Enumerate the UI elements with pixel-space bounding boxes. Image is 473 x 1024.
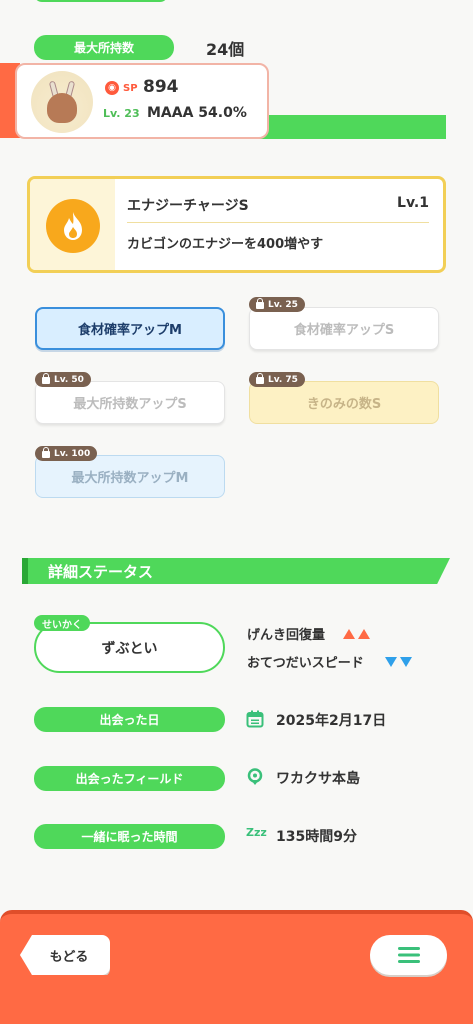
section-title: 詳細ステータス <box>48 563 154 581</box>
main-stat: MAAA 54.0% <box>147 105 247 121</box>
nature-up-effect: げんき回復量 <box>247 628 326 643</box>
lock-level: Lv. 25 <box>268 299 298 310</box>
pokeball-icon: ◉ <box>105 81 119 95</box>
main-skill-level: Lv.1 <box>397 195 429 211</box>
skill-icon-panel <box>30 179 115 270</box>
met-field-value: ワカクサ本島 <box>276 771 360 787</box>
lock-level: Lv. 100 <box>54 448 91 459</box>
main-skill-description: カビゴンのエナジーを400増やす <box>127 237 324 252</box>
arrow-down-icon <box>385 657 398 667</box>
sp-value: 894 <box>143 77 179 97</box>
arrow-down-icon <box>400 657 413 667</box>
sub-skill-4[interactable]: きのみの数S <box>249 381 439 424</box>
lock-icon <box>256 298 264 309</box>
lock-level: Lv. 50 <box>54 374 84 385</box>
sp-label: SP <box>123 83 138 94</box>
sleep-time-value: 135時間9分 <box>276 829 357 845</box>
pokemon-portrait <box>31 71 93 133</box>
main-skill-name: エナジーチャージS <box>127 198 249 214</box>
pokemon-card[interactable]: ◉ SP 894 Lv. 23 MAAA 54.0% <box>15 63 269 139</box>
nature-down-row: おてつだいスピード <box>247 652 413 671</box>
nature-tag: せいかく <box>34 615 90 631</box>
arrow-up-icon <box>342 629 355 639</box>
main-skill-card[interactable]: エナジーチャージS Lv.1 カビゴンのエナジーを400増やす <box>27 176 446 273</box>
lock-tag-lv50: Lv. 50 <box>35 372 91 387</box>
hamburger-menu-icon <box>397 947 420 963</box>
arrow-up-icon <box>357 629 370 639</box>
top-stub-pill <box>34 0 168 2</box>
lock-tag-lv25: Lv. 25 <box>249 297 305 312</box>
nature-down-effect: おてつだいスピード <box>247 656 364 671</box>
lock-icon <box>256 373 264 384</box>
max-inventory-label: 最大所持数 <box>34 35 174 60</box>
divider <box>127 222 429 223</box>
sub-skill-2[interactable]: 食材確率アップS <box>249 307 439 350</box>
sub-skill-5[interactable]: 最大所持数アップM <box>35 455 225 498</box>
sleep-icon-text: Zzz <box>246 826 267 839</box>
sub-skill-3[interactable]: 最大所持数アップS <box>35 381 225 424</box>
max-inventory-value: 24個 <box>206 40 245 59</box>
met-date-label: 出会った日 <box>34 707 225 732</box>
met-date-value: 2025年2月17日 <box>276 713 387 729</box>
flame-icon <box>46 199 100 253</box>
lock-level: Lv. 75 <box>268 374 298 385</box>
sleep-time-label: 一緒に眠った時間 <box>34 824 225 849</box>
lock-tag-lv100: Lv. 100 <box>35 446 98 461</box>
sub-skill-1[interactable]: 食材確率アップM <box>35 307 225 350</box>
location-pin-icon <box>246 768 264 786</box>
calendar-icon <box>246 710 264 728</box>
met-field-label: 出会ったフィールド <box>34 766 225 791</box>
pokemon-level: Lv. 23 <box>103 107 140 120</box>
lock-icon <box>42 373 50 384</box>
lock-icon <box>42 447 50 458</box>
sleep-icon: Zzz <box>246 826 267 844</box>
back-button[interactable]: もどる <box>20 935 110 975</box>
menu-button[interactable] <box>370 935 447 975</box>
nature-up-row: げんき回復量 <box>247 624 370 643</box>
lock-tag-lv75: Lv. 75 <box>249 372 305 387</box>
